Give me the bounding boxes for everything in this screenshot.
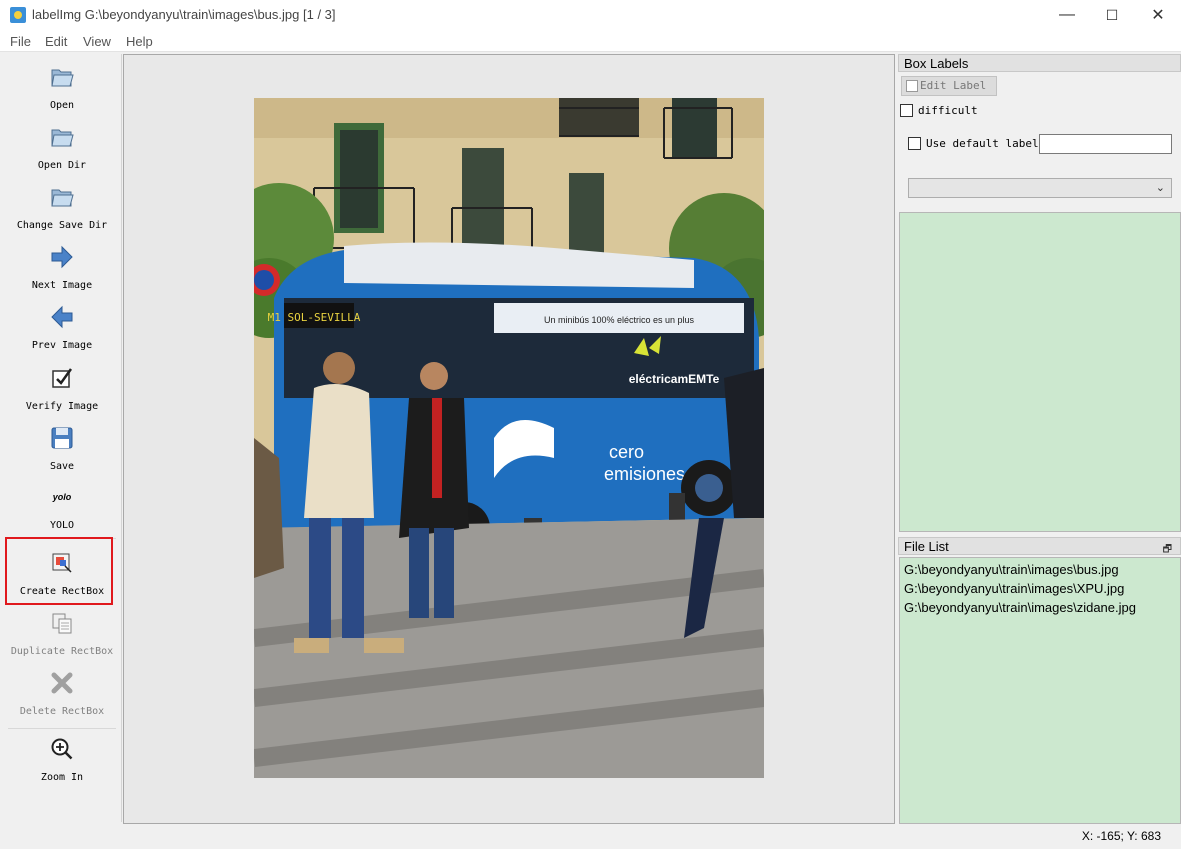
yolo-label: YOLO — [49, 520, 75, 531]
chevron-down-icon: ⌄ — [1155, 182, 1165, 194]
copy-icon — [49, 610, 75, 636]
change-save-dir-label: Change Save Dir — [16, 220, 108, 231]
cursor-coordinates: X: -165; Y: 683 — [1081, 829, 1161, 843]
close-button[interactable]: ✕ — [1135, 0, 1181, 30]
labelimg-app-icon — [10, 7, 26, 23]
open-button[interactable]: Open — [2, 64, 122, 111]
change-save-dir-button[interactable]: Change Save Dir — [2, 184, 122, 231]
folder-icon — [49, 184, 75, 210]
difficult-label: difficult — [918, 104, 978, 117]
box-labels-title: Box Labels — [898, 54, 1181, 72]
zoom-in-label: Zoom In — [40, 772, 84, 783]
folder-icon — [49, 124, 75, 150]
menu-edit[interactable]: Edit — [45, 34, 67, 49]
maximize-button[interactable]: ☐ — [1089, 0, 1135, 30]
file-list-item[interactable]: G:\beyondyanyu\train\images\bus.jpg — [904, 562, 1119, 577]
open-dir-label: Open Dir — [37, 160, 87, 171]
zoom-in-button[interactable]: Zoom In — [2, 736, 122, 783]
minimize-button[interactable]: — — [1044, 0, 1090, 30]
street-scene-image: Un minibús 100% eléctrico es un plus M1 … — [254, 98, 764, 778]
prev-image-button[interactable]: Prev Image — [2, 304, 122, 351]
default-label-input[interactable] — [1039, 134, 1172, 154]
bus-slogan-text: Un minibús 100% eléctrico es un plus — [544, 315, 695, 325]
label-list[interactable] — [899, 212, 1181, 532]
open-label: Open — [49, 100, 75, 111]
zoom-in-icon — [49, 736, 75, 762]
bus-brand-text: eléctricamEMTe — [629, 372, 720, 386]
folder-icon — [49, 64, 75, 90]
arrow-right-icon — [49, 244, 75, 270]
create-rectbox-highlight — [5, 537, 113, 605]
bus-emisiones-text: emisiones — [604, 464, 685, 484]
yolo-icon: yolo — [52, 492, 72, 502]
edit-label-text: Edit Label — [920, 79, 987, 92]
delete-rectbox-label: Delete RectBox — [19, 706, 105, 717]
verify-image-label: Verify Image — [25, 401, 99, 412]
next-image-button[interactable]: Next Image — [2, 244, 122, 291]
verify-image-button[interactable]: Verify Image — [2, 365, 122, 412]
save-button[interactable]: Save — [2, 425, 122, 472]
save-label: Save — [49, 461, 75, 472]
file-list-item[interactable]: G:\beyondyanyu\train\images\zidane.jpg — [904, 600, 1136, 615]
float-dock-icon[interactable]: 🗗 — [1163, 541, 1172, 558]
checkbox-icon — [49, 365, 75, 391]
label-combobox[interactable]: ⌄ — [908, 178, 1172, 198]
window-title: labelImg G:\beyondyanyu\train\images\bus… — [32, 7, 336, 22]
menu-help[interactable]: Help — [126, 34, 153, 49]
delete-icon — [49, 670, 75, 696]
file-list-item[interactable]: G:\beyondyanyu\train\images\XPU.jpg — [904, 581, 1124, 596]
floppy-icon — [49, 425, 75, 451]
open-dir-button[interactable]: Open Dir — [2, 124, 122, 171]
edit-pencil-icon — [906, 80, 918, 92]
left-toolbar: Open Open Dir Change Save Dir Next Image… — [2, 54, 122, 822]
duplicate-rectbox-button[interactable]: Duplicate RectBox — [2, 610, 122, 657]
bus-destination-sign: M1 SOL-SEVILLA — [268, 311, 361, 324]
use-default-label-text: Use default label — [926, 137, 1039, 150]
difficult-checkbox[interactable] — [900, 104, 913, 117]
prev-image-label: Prev Image — [31, 340, 93, 351]
next-image-label: Next Image — [31, 280, 93, 291]
file-list-title-text: File List — [904, 539, 949, 554]
menu-bar: File Edit View Help — [0, 30, 1181, 52]
menu-view[interactable]: View — [83, 34, 111, 49]
file-list-title: File List 🗗 — [898, 537, 1181, 555]
bus-photo[interactable]: Un minibús 100% eléctrico es un plus M1 … — [254, 98, 764, 778]
arrow-left-icon — [49, 304, 75, 330]
yolo-button[interactable]: yolo YOLO — [2, 490, 122, 531]
toolbar-separator — [8, 728, 116, 729]
delete-rectbox-button[interactable]: Delete RectBox — [2, 670, 122, 717]
menu-file[interactable]: File — [10, 34, 31, 49]
duplicate-rectbox-label: Duplicate RectBox — [10, 646, 114, 657]
edit-label-button[interactable]: Edit Label — [901, 76, 997, 96]
title-bar: labelImg G:\beyondyanyu\train\images\bus… — [0, 0, 1181, 30]
bus-cero-text: cero — [609, 442, 644, 462]
use-default-label-checkbox[interactable] — [908, 137, 921, 150]
status-bar: X: -165; Y: 683 — [0, 825, 1181, 849]
file-list[interactable]: G:\beyondyanyu\train\images\bus.jpg G:\b… — [899, 557, 1181, 824]
